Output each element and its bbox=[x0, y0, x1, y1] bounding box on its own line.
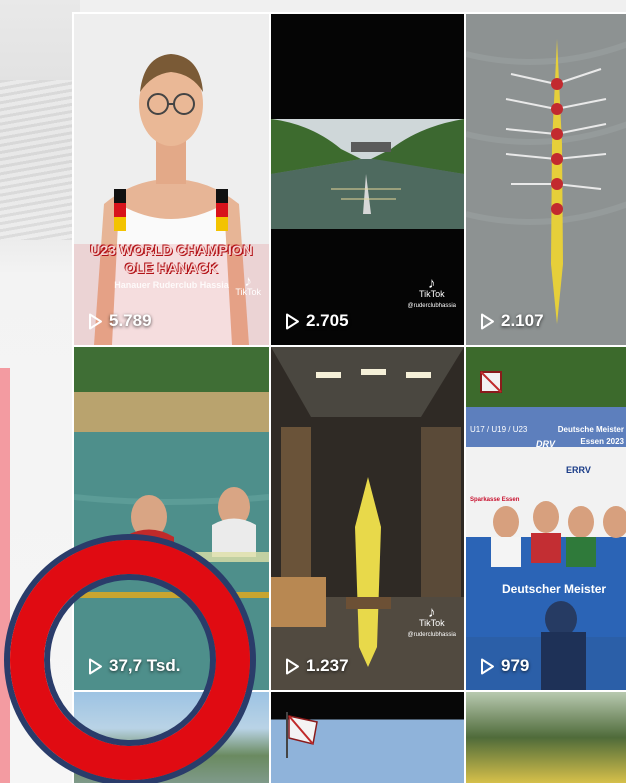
video-tile-5[interactable]: ♪ TikTok @ruderclubhassia 1.237 bbox=[271, 347, 464, 690]
accent-bar bbox=[0, 368, 10, 783]
banner-year: Essen 2023 bbox=[580, 437, 624, 446]
video-tile-1[interactable]: U23 WORLD CHAMPION OLE HANACK Hanauer Ru… bbox=[74, 14, 269, 345]
tiktok-logo-icon: ♪ bbox=[428, 275, 436, 292]
video-tile-2[interactable]: ♪ TikTok @ruderclubhassia 2.705 bbox=[271, 14, 464, 345]
tiktok-watermark: ♪ TikTok bbox=[235, 273, 261, 297]
video-tile-3[interactable]: 2.107 bbox=[466, 14, 626, 345]
banner-drv: DRV bbox=[536, 439, 556, 449]
view-count: 1.237 bbox=[285, 656, 349, 676]
banner-bottom: Deutscher Meister bbox=[502, 582, 607, 596]
view-count: 2.705 bbox=[285, 311, 349, 331]
tiktok-logo-icon: ♪ bbox=[428, 604, 436, 621]
banner-errv: ERRV bbox=[566, 465, 591, 475]
video-tile-8[interactable] bbox=[271, 692, 464, 783]
video-tile-9[interactable] bbox=[466, 692, 626, 783]
view-count: 979 bbox=[480, 656, 529, 676]
club-flag-icon bbox=[286, 712, 318, 758]
play-outline-icon bbox=[89, 313, 102, 329]
highlight-circle bbox=[10, 540, 250, 780]
background-streak bbox=[0, 80, 80, 240]
championship-ceremony-image bbox=[466, 347, 626, 690]
view-count: 5.789 bbox=[88, 311, 152, 331]
play-outline-icon bbox=[481, 658, 494, 674]
banner-sponsor: Sparkasse Essen bbox=[470, 497, 520, 503]
overlay-title-line2: OLE HANACK bbox=[124, 260, 219, 276]
tiktok-watermark: ♪ TikTok @ruderclubhassia bbox=[407, 275, 456, 309]
play-outline-icon bbox=[286, 658, 299, 674]
view-count: 2.107 bbox=[480, 311, 544, 331]
banner-subtitle: U17 / U19 / U23 Deutsche Meister bbox=[470, 425, 624, 434]
aerial-rowing-boat-image bbox=[466, 14, 626, 345]
video-tile-6[interactable]: U17 / U19 / U23 Deutsche Meister Essen 2… bbox=[466, 347, 626, 690]
tiktok-logo-icon: ♪ bbox=[244, 273, 252, 290]
play-outline-icon bbox=[286, 313, 299, 329]
play-outline-icon bbox=[481, 313, 494, 329]
tiktok-watermark: ♪ TikTok @ruderclubhassia bbox=[407, 604, 456, 638]
overlay-title-line1: U23 WORLD CHAMPION bbox=[90, 242, 253, 258]
